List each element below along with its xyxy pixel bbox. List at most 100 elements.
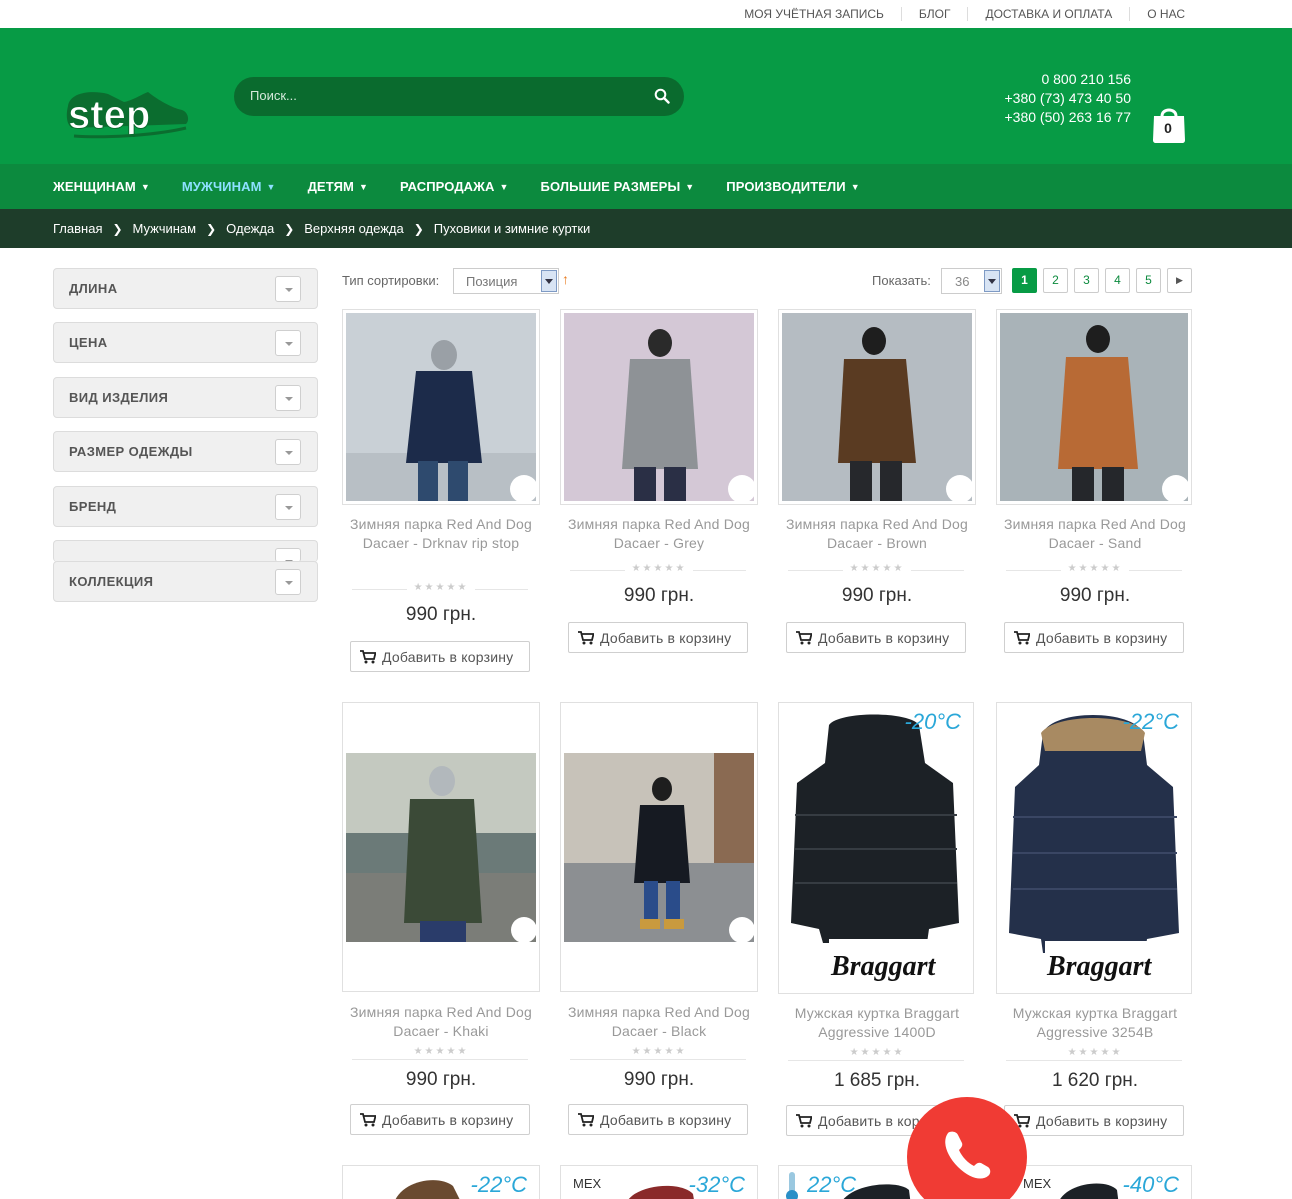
nav-big-sizes[interactable]: БОЛЬШИЕ РАЗМЕРЫ ▼ [541, 179, 695, 194]
chevron-down-icon[interactable] [275, 385, 301, 411]
product-image[interactable] [996, 309, 1192, 505]
chevron-down-icon[interactable] [541, 270, 557, 292]
nav-kids[interactable]: ДЕТЯМ ▼ [308, 179, 368, 194]
nav-label: МУЖЧИНАМ [181, 179, 262, 194]
chevron-down-icon[interactable] [275, 494, 301, 520]
add-to-cart-button[interactable]: Добавить в корзину [786, 622, 966, 653]
page-4[interactable]: 4 [1105, 268, 1130, 293]
add-to-cart-button[interactable]: Добавить в корзину [1004, 622, 1184, 653]
nav-label: РАСПРОДАЖА [399, 179, 495, 194]
filter-brand[interactable]: БРЕНД [53, 486, 318, 527]
product-image[interactable]: MEX -32°C [560, 1165, 758, 1199]
product-name[interactable]: Зимняя парка Red And Dog Dacaer - Grey [560, 515, 758, 553]
breadcrumb-item[interactable]: Главная [53, 221, 102, 236]
chevron-down-icon[interactable] [275, 276, 301, 302]
add-to-cart-button[interactable]: Добавить в корзину [568, 1104, 748, 1135]
cart-button[interactable]: 0 [1151, 104, 1187, 144]
chevron-down-icon[interactable] [984, 270, 1000, 292]
chevron-down-icon[interactable] [275, 569, 301, 595]
brand-logo-text: Braggart [1046, 951, 1152, 982]
phone-number[interactable]: +380 (50) 263 16 77 [1005, 108, 1132, 127]
filter-collection[interactable]: КОЛЛЕКЦИЯ [53, 561, 318, 602]
button-label: Добавить в корзину [1036, 1113, 1168, 1129]
product-name[interactable]: Мужская куртка Braggart Aggressive 3254B [996, 1004, 1194, 1042]
page-5[interactable]: 5 [1136, 268, 1161, 293]
filter-length[interactable]: ДЛИНА [53, 268, 318, 309]
button-label: Добавить в корзину [382, 1112, 514, 1128]
cart-icon [578, 1113, 594, 1127]
product-photo: Braggart [779, 703, 973, 993]
product-name[interactable]: Зимняя парка Red And Dog Dacaer - Khaki [342, 1003, 540, 1041]
filter-size[interactable]: РАЗМЕР ОДЕЖДЫ [53, 431, 318, 472]
product-card: Braggart -22°C Мужская куртка Braggart A… [996, 702, 1194, 1138]
nav-men[interactable]: МУЖЧИНАМ ▼ [182, 179, 276, 194]
chevron-down-icon[interactable] [275, 330, 301, 356]
product-image[interactable] [342, 309, 540, 505]
rating-stars-icon: ★★★★★ [625, 563, 693, 574]
divider [570, 1059, 746, 1060]
filter-label: КОЛЛЕКЦИЯ [69, 574, 154, 589]
product-price: 990 грн. [841, 585, 913, 606]
chevron-down-icon: ▼ [358, 181, 368, 192]
button-label: Добавить в корзину [600, 1112, 732, 1128]
nav-sale[interactable]: РАСПРОДАЖА ▼ [400, 179, 509, 194]
filter-label: БРЕНД [69, 499, 117, 514]
product-name[interactable]: Зимняя парка Red And Dog Dacaer - Brown [778, 515, 976, 553]
product-image[interactable] [560, 309, 758, 505]
chevron-down-icon[interactable] [275, 439, 301, 465]
nav-brands[interactable]: ПРОИЗВОДИТЕЛИ ▼ [726, 179, 859, 194]
search-icon[interactable] [654, 88, 670, 104]
product-card: Зимняя парка Red And Dog Dacaer - Brown … [778, 309, 976, 654]
product-name[interactable]: Зимняя парка Red And Dog Dacaer - Black [560, 1003, 758, 1041]
breadcrumb-item[interactable]: Мужчинам [133, 221, 197, 236]
cart-count: 0 [1164, 120, 1172, 136]
account-link[interactable]: МОЯ УЧЁТНАЯ ЗАПИСЬ [727, 7, 901, 21]
show-per-page-select[interactable]: 36 [941, 268, 1002, 294]
page-1[interactable]: 1 [1012, 268, 1037, 293]
temperature-badge: 22°C [807, 1172, 857, 1197]
blog-link[interactable]: БЛОГ [900, 7, 968, 21]
chevron-down-icon: ▼ [266, 181, 276, 192]
about-link[interactable]: О НАС [1129, 7, 1202, 21]
next-page-icon[interactable]: ▶ [1167, 268, 1192, 293]
add-to-cart-button[interactable]: Добавить в корзину [350, 641, 530, 672]
temperature-badge: -40°C [1122, 1172, 1179, 1197]
product-name[interactable]: Зимняя парка Red And Dog Dacaer - Drknav… [342, 515, 540, 553]
filter-product-type[interactable]: ВИД ИЗДЕЛИЯ [53, 377, 318, 418]
product-name[interactable]: Мужская куртка Braggart Aggressive 1400D [778, 1004, 976, 1042]
sort-select[interactable]: Позиция [453, 268, 559, 294]
cart-icon [1014, 631, 1030, 645]
add-to-cart-button[interactable]: Добавить в корзину [350, 1104, 530, 1135]
product-price: 990 грн. [1059, 585, 1131, 606]
product-name[interactable]: Зимняя парка Red And Dog Dacaer - Sand [996, 515, 1194, 553]
product-image[interactable] [342, 702, 540, 992]
sort-direction-icon[interactable]: ↑ [562, 271, 569, 287]
product-image[interactable] [560, 702, 758, 992]
product-price: 990 грн. [405, 604, 477, 625]
product-photo: Braggart [997, 703, 1191, 993]
page-3[interactable]: 3 [1074, 268, 1099, 293]
logo-icon[interactable]: step [62, 64, 192, 156]
phone-number[interactable]: 0 800 210 156 [1005, 70, 1131, 89]
chevron-down-icon: ▼ [140, 181, 150, 192]
breadcrumb-item[interactable]: Одежда [226, 221, 274, 236]
breadcrumb-item[interactable]: Верхняя одежда [304, 221, 403, 236]
rating-stars-icon: ★★★★★ [843, 1047, 911, 1058]
filter-price[interactable]: ЦЕНА [53, 322, 318, 363]
phone-number[interactable]: +380 (73) 473 40 50 [1005, 89, 1132, 108]
product-image[interactable]: Braggart -22°C [996, 702, 1192, 994]
filter-label: ВИД ИЗДЕЛИЯ [69, 390, 169, 405]
page-2[interactable]: 2 [1043, 268, 1068, 293]
delivery-link[interactable]: ДОСТАВКА И ОПЛАТА [967, 7, 1129, 21]
product-image[interactable]: Braggart -20°C [778, 702, 974, 994]
add-to-cart-button[interactable]: Добавить в корзину [568, 622, 748, 653]
add-to-cart-button[interactable]: Добавить в корзину [1004, 1105, 1184, 1136]
product-card: Зимняя парка Red And Dog Dacaer - Khaki … [342, 702, 540, 1138]
rating-stars-icon: ★★★★★ [407, 582, 475, 593]
product-card: Зимняя парка Red And Dog Dacaer - Black … [560, 702, 758, 1138]
search-input[interactable] [250, 88, 630, 103]
product-image[interactable]: -22°C [342, 1165, 540, 1199]
nav-women[interactable]: ЖЕНЩИНАМ ▼ [53, 179, 150, 194]
button-label: Добавить в корзину [1036, 630, 1168, 646]
product-image[interactable] [778, 309, 976, 505]
